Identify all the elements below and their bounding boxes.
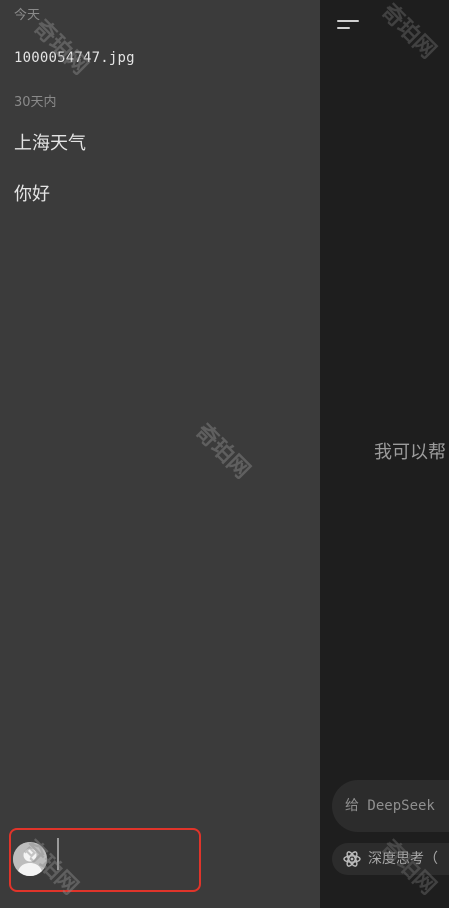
deep-think-button[interactable]: 深度思考（ bbox=[332, 843, 449, 875]
section-label-30-days: 30天内 bbox=[14, 95, 57, 110]
history-item-shanghai-weather[interactable]: 上海天气 bbox=[14, 132, 86, 156]
deep-think-label: 深度思考（ bbox=[368, 851, 438, 867]
message-input[interactable]: 给 DeepSeek bbox=[332, 780, 449, 832]
history-sidebar: 今天 1000054747.jpg 30天内 上海天气 你好 bbox=[0, 0, 320, 908]
section-label-today: 今天 bbox=[14, 8, 41, 23]
app-screen: 今天 1000054747.jpg 30天内 上海天气 你好 我可以帮 给 De… bbox=[0, 0, 449, 908]
history-item-hello[interactable]: 你好 bbox=[14, 183, 50, 207]
chat-main-panel: 我可以帮 给 DeepSeek 深度思考（ bbox=[320, 0, 449, 908]
history-item-image-file[interactable]: 1000054747.jpg bbox=[14, 48, 135, 68]
welcome-text: 我可以帮 bbox=[374, 442, 446, 463]
message-input-placeholder: 给 DeepSeek bbox=[345, 798, 435, 814]
username-field[interactable] bbox=[57, 838, 59, 870]
user-avatar-icon[interactable] bbox=[13, 842, 47, 876]
atom-icon bbox=[343, 850, 361, 868]
menu-icon[interactable] bbox=[332, 10, 364, 38]
